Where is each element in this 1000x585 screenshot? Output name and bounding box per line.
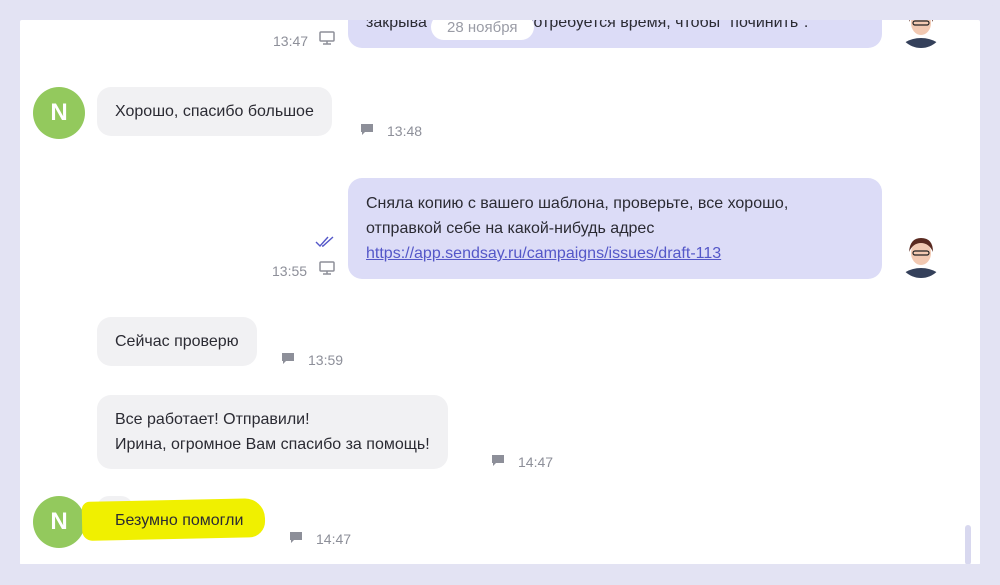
message-time: 14:47 [518, 454, 554, 470]
message-text: Сейчас проверю [115, 333, 239, 350]
chat-icon [282, 353, 294, 364]
scrollbar-thumb[interactable] [965, 525, 971, 564]
message-line: Сняла копию с вашего шаблона, проверьте,… [366, 195, 789, 212]
message-line: отправкой себе на какой-нибудь адрес [366, 220, 655, 237]
message-time: 13:55 [272, 263, 308, 279]
message-text: закрыва [366, 20, 427, 31]
message-text-continued: потребуется время, чтобы "починить". [524, 20, 809, 31]
client-avatar[interactable]: N [33, 496, 85, 548]
message-time: 13:48 [387, 123, 423, 139]
chat-window: закрыва потребуется время, чтобы "починит… [20, 20, 980, 564]
chat-icon [290, 532, 302, 543]
double-check-icon [315, 236, 334, 248]
message-bubble-outgoing: закрыва потребуется время, чтобы "починит… [348, 20, 882, 48]
message-bubble-incoming: Все работает! Отправили! Ирина, огромное… [97, 395, 448, 469]
chat-icon [492, 455, 504, 466]
message-time: 13:47 [273, 33, 309, 49]
message-text: Безумно помогли [115, 512, 244, 529]
date-divider: 28 ноября [431, 20, 534, 40]
message-line: Ирина, огромное Вам спасибо за помощь! [115, 436, 430, 453]
client-avatar[interactable]: N [33, 87, 85, 139]
chat-icon [361, 124, 373, 135]
message-line: Все работает! Отправили! [115, 411, 310, 428]
agent-avatar[interactable] [898, 20, 944, 48]
message-bubble-incoming: Хорошо, спасибо большое [97, 87, 332, 136]
message-bubble-incoming: Сейчас проверю [97, 317, 257, 366]
message-bubble-text-layer: Безумно помогли [97, 496, 261, 545]
message-text: Хорошо, спасибо большое [115, 103, 314, 120]
message-time: 13:59 [308, 352, 344, 368]
monitor-icon [319, 31, 335, 45]
monitor-icon [319, 261, 335, 275]
agent-avatar[interactable] [898, 232, 944, 278]
message-bubble-outgoing: Сняла копию с вашего шаблона, проверьте,… [348, 178, 882, 279]
message-time: 14:47 [316, 531, 352, 547]
message-link[interactable]: https://app.sendsay.ru/campaigns/issues/… [366, 245, 721, 262]
